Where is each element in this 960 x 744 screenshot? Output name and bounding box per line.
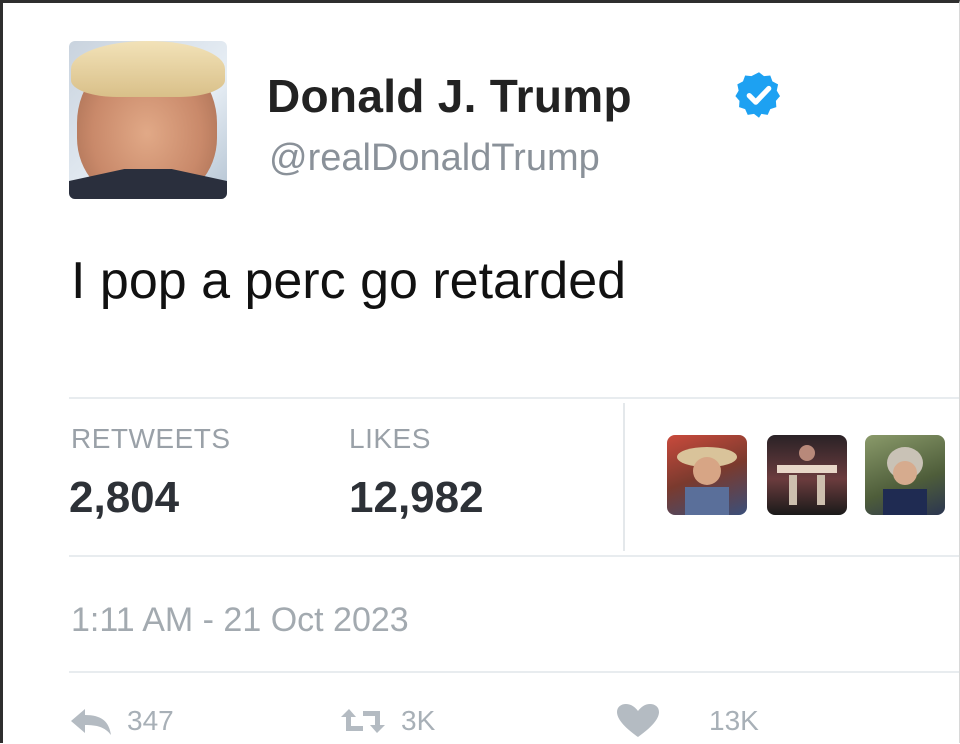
reply-button[interactable]: 347 bbox=[69, 703, 174, 739]
heart-icon bbox=[617, 704, 659, 737]
stats-separator bbox=[623, 403, 625, 551]
tweet-text: I pop a perc go retarded bbox=[71, 252, 627, 310]
liker-avatar-1-figure bbox=[677, 447, 737, 515]
liker-avatar-3[interactable] bbox=[865, 435, 945, 515]
retweet-count: 3K bbox=[401, 705, 436, 736]
divider-middle bbox=[69, 555, 959, 557]
liker-avatar-2[interactable] bbox=[767, 435, 847, 515]
like-button[interactable]: 13K bbox=[615, 703, 759, 739]
like-count: 13K bbox=[709, 705, 759, 736]
avatar-hair bbox=[71, 41, 225, 97]
retweets-value[interactable]: 2,804 bbox=[69, 473, 179, 523]
retweet-button[interactable]: 3K bbox=[339, 703, 435, 739]
reply-count: 347 bbox=[127, 705, 174, 736]
tweet-timestamp[interactable]: 1:11 AM - 21 Oct 2023 bbox=[71, 601, 409, 640]
divider-bottom bbox=[69, 671, 959, 673]
retweets-label[interactable]: RETWEETS bbox=[71, 423, 231, 455]
author-name[interactable]: Donald J. Trump bbox=[267, 69, 632, 123]
author-avatar[interactable] bbox=[69, 41, 227, 199]
liker-avatar-1[interactable] bbox=[667, 435, 747, 515]
tweet-card: Donald J. Trump @realDonaldTrump I pop a… bbox=[0, 0, 960, 743]
author-handle[interactable]: @realDonaldTrump bbox=[269, 137, 600, 180]
liker-avatar-3-figure bbox=[883, 447, 927, 515]
reply-icon bbox=[71, 709, 111, 735]
verified-badge-icon bbox=[735, 72, 781, 118]
divider-top bbox=[69, 397, 959, 399]
retweet-icon bbox=[341, 709, 385, 733]
likes-value[interactable]: 12,982 bbox=[349, 473, 484, 523]
likes-label[interactable]: LIKES bbox=[349, 423, 431, 455]
liker-avatar-2-figure bbox=[777, 445, 837, 505]
